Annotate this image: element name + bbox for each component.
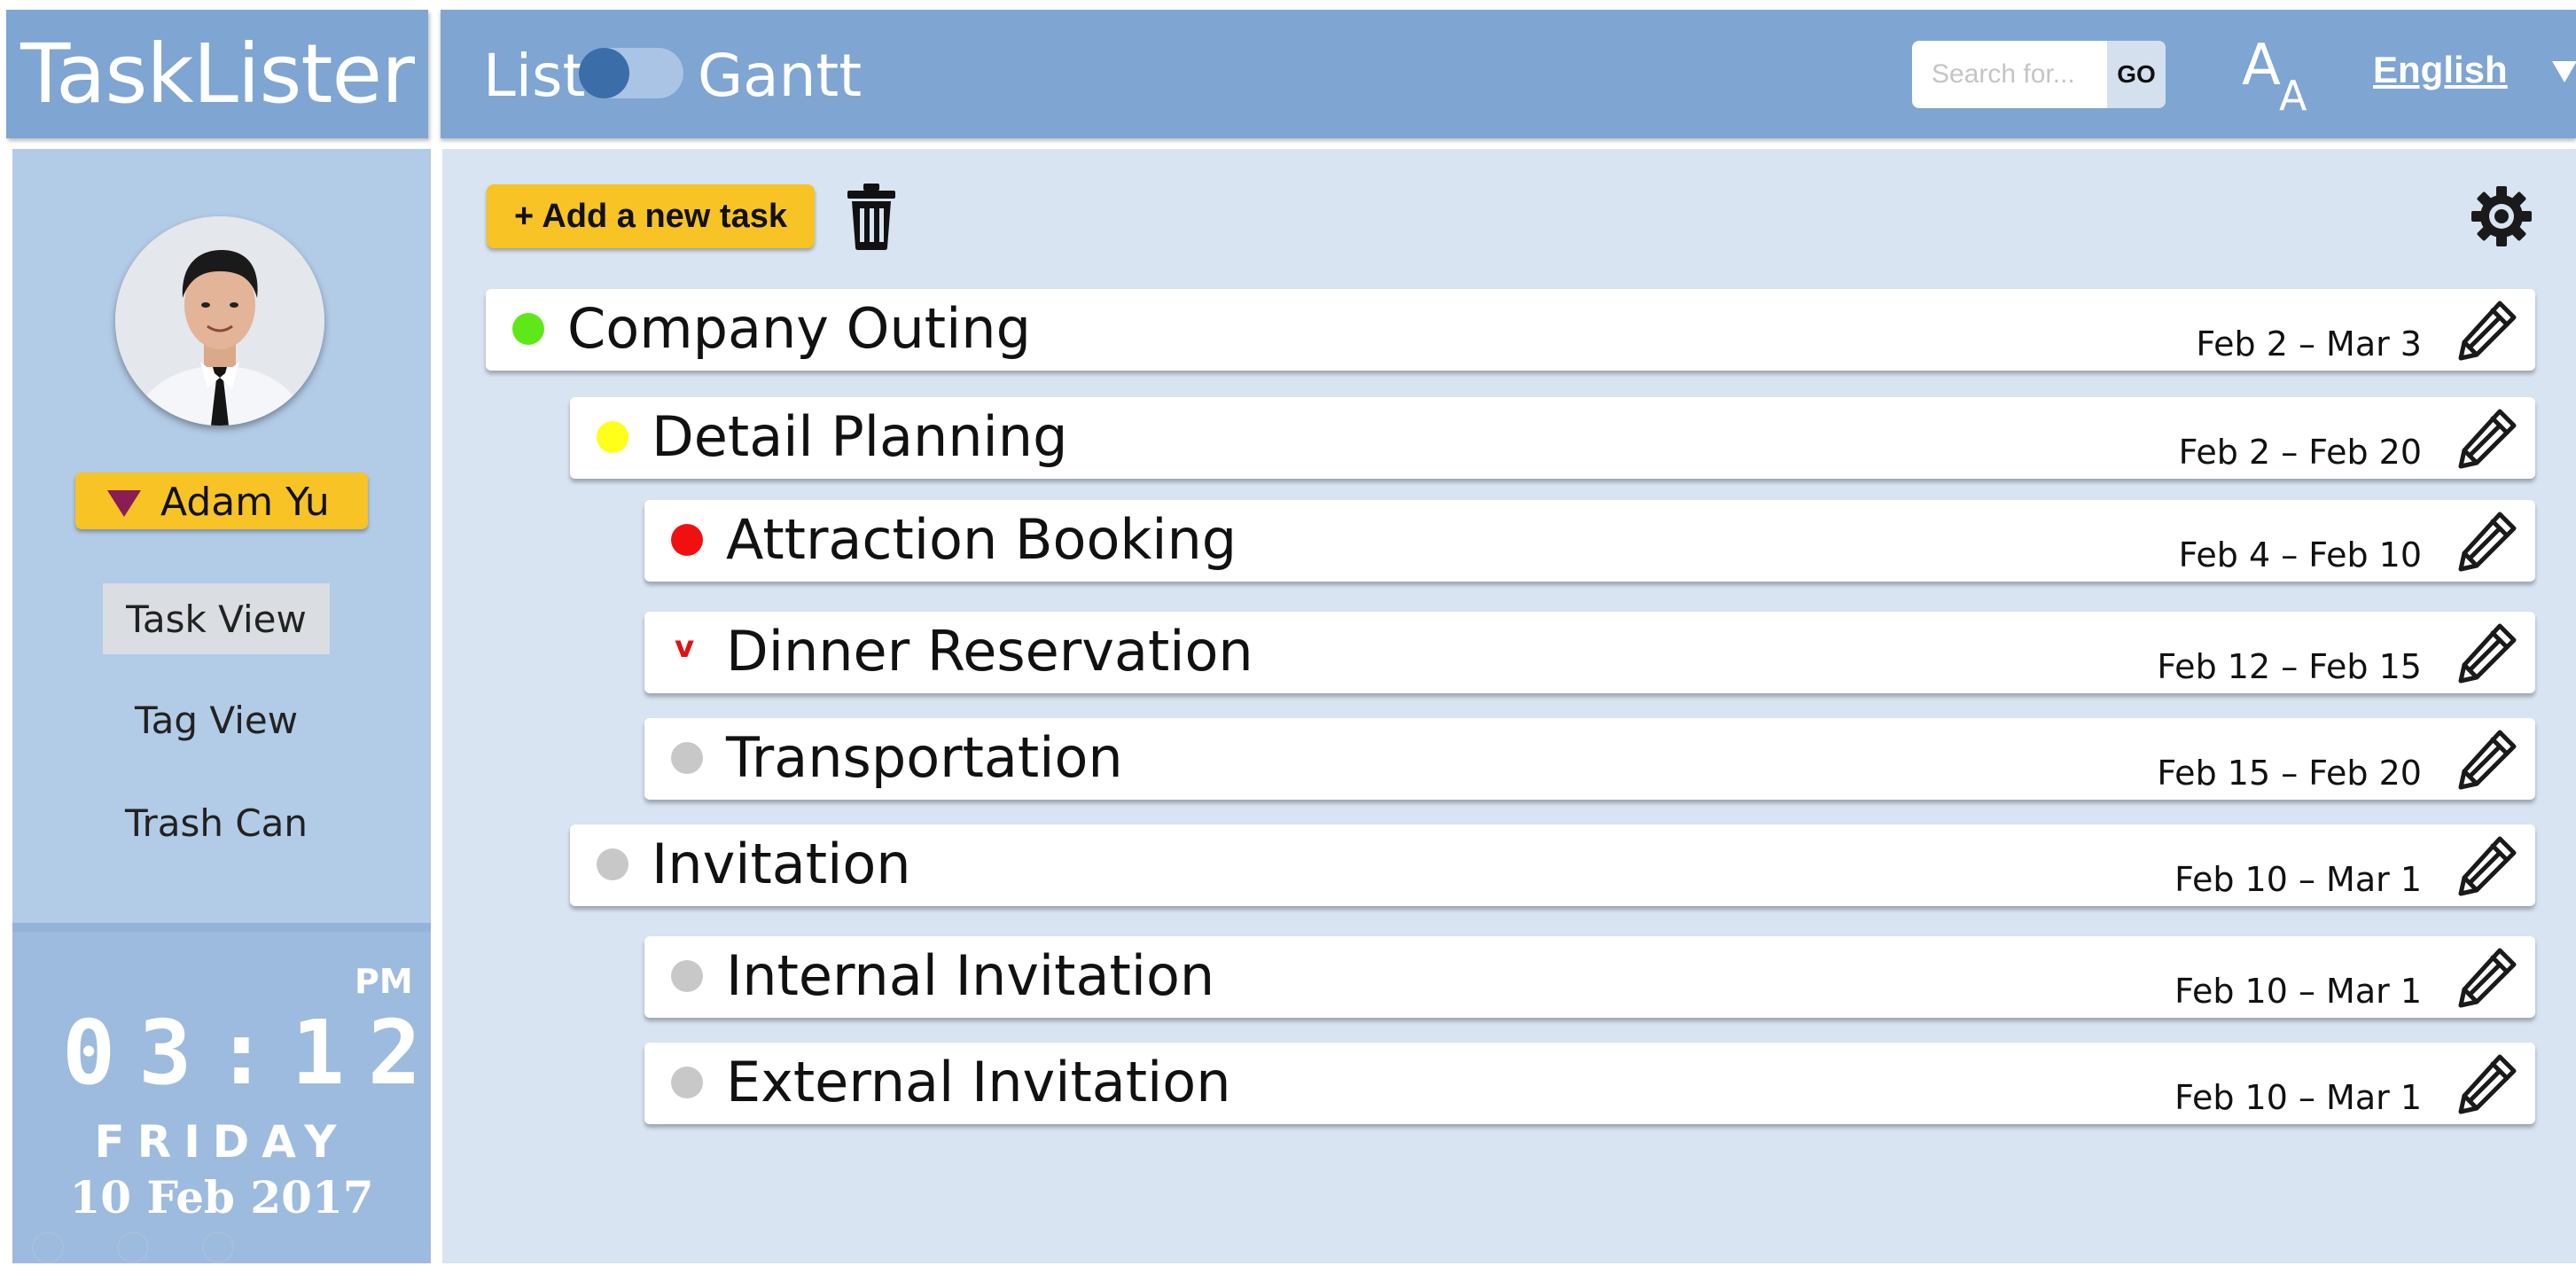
app-root: TaskLister List Gantt GO A A English <box>0 0 2576 1266</box>
search-box: GO <box>1912 41 2166 108</box>
search-mini-icon[interactable] <box>117 1231 149 1263</box>
clock-time: 03:12 <box>62 1001 445 1105</box>
avatar <box>115 216 324 426</box>
gear-icon[interactable] <box>2470 184 2533 248</box>
language-selector[interactable]: English <box>2373 49 2508 91</box>
task-title: Invitation <box>652 832 911 896</box>
status-dot <box>671 742 703 774</box>
task-dates: Feb 15 – Feb 20 <box>2157 754 2422 793</box>
task-dates: Feb 12 – Feb 15 <box>2157 647 2422 686</box>
clock-divider <box>12 923 431 932</box>
nav-trash-can[interactable]: Trash Can <box>103 787 330 858</box>
trash-icon[interactable] <box>846 182 897 251</box>
task-dates: Feb 10 – Mar 1 <box>2174 972 2422 1011</box>
main-panel: + Add a new task Company Outing Feb 2 – … <box>442 149 2576 1263</box>
task-dates: Feb 2 – Feb 20 <box>2178 433 2422 472</box>
pencil-icon[interactable] <box>2454 509 2519 574</box>
task-title: Company Outing <box>567 296 1031 361</box>
task-row[interactable]: Invitation Feb 10 – Mar 1 <box>570 824 2535 906</box>
clock-date: 10 Feb 2017 <box>69 1171 374 1223</box>
view-mode-toggle[interactable] <box>579 48 683 98</box>
task-title: External Invitation <box>726 1050 1231 1114</box>
mode-list-label[interactable]: List <box>483 42 585 110</box>
pencil-icon[interactable] <box>2454 621 2519 686</box>
pencil-icon[interactable] <box>2454 298 2519 363</box>
status-dot <box>597 848 628 880</box>
search-input[interactable] <box>1912 41 2091 108</box>
app-title: TaskLister <box>20 27 415 121</box>
task-dates: Feb 10 – Mar 1 <box>2174 860 2422 899</box>
status-dot <box>671 960 703 992</box>
avatar-portrait-icon <box>115 216 324 426</box>
task-row[interactable]: v Dinner Reservation Feb 12 – Feb 15 <box>644 612 2535 693</box>
user-name: Adam Yu <box>160 480 330 525</box>
top-header: List Gantt GO A A English <box>441 10 2576 138</box>
pencil-icon[interactable] <box>2454 406 2519 472</box>
status-dot <box>512 313 544 345</box>
more-mini-icon[interactable] <box>202 1231 234 1263</box>
clock-ampm: PM <box>355 962 413 1001</box>
task-dates: Feb 2 – Mar 3 <box>2196 324 2422 363</box>
mode-gantt-label[interactable]: Gantt <box>698 42 862 110</box>
language-dropdown-icon[interactable] <box>2552 61 2576 82</box>
font-size-small-glyph: A <box>2279 72 2307 120</box>
nav-task-view[interactable]: Task View <box>103 583 330 654</box>
sidebar: Adam Yu Task View Tag View Trash Can PM … <box>12 149 431 1263</box>
task-title: Attraction Booking <box>726 507 1237 572</box>
status-dot <box>597 421 628 453</box>
pencil-icon[interactable] <box>2454 1051 2519 1117</box>
add-task-button[interactable]: + Add a new task <box>487 184 815 248</box>
status-dot <box>671 524 703 556</box>
task-dates: Feb 10 – Mar 1 <box>2174 1078 2422 1117</box>
task-title: Detail Planning <box>652 404 1068 469</box>
user-menu-button[interactable]: Adam Yu <box>75 473 368 529</box>
font-size-button[interactable]: A A <box>2242 33 2313 120</box>
pencil-icon[interactable] <box>2454 945 2519 1011</box>
task-row[interactable]: Detail Planning Feb 2 – Feb 20 <box>570 397 2535 479</box>
clock-panel: PM 03:12 FRIDAY 10 Feb 2017 <box>12 923 431 1263</box>
toggle-knob <box>579 48 629 98</box>
task-title: Internal Invitation <box>726 943 1215 1008</box>
task-row[interactable]: Company Outing Feb 2 – Mar 3 <box>486 289 2535 371</box>
search-go-button[interactable]: GO <box>2107 41 2166 108</box>
task-row[interactable]: Attraction Booking Feb 4 – Feb 10 <box>644 500 2535 582</box>
task-row[interactable]: Transportation Feb 15 – Feb 20 <box>644 718 2535 800</box>
task-title: Dinner Reservation <box>726 619 1253 684</box>
pencil-icon[interactable] <box>2454 727 2519 793</box>
clock-day: FRIDAY <box>94 1116 349 1168</box>
task-title: Transportation <box>726 725 1123 790</box>
expand-chevron-icon[interactable]: v <box>675 629 694 665</box>
task-row[interactable]: External Invitation Feb 10 – Mar 1 <box>644 1043 2535 1124</box>
task-dates: Feb 4 – Feb 10 <box>2178 535 2422 574</box>
app-logo: TaskLister <box>6 10 428 138</box>
calendar-mini-icon[interactable] <box>32 1231 64 1263</box>
user-dropdown-icon <box>107 490 141 517</box>
nav-tag-view[interactable]: Tag View <box>103 684 330 755</box>
font-size-big-glyph: A <box>2242 33 2281 98</box>
task-row[interactable]: Internal Invitation Feb 10 – Mar 1 <box>644 936 2535 1018</box>
status-dot <box>671 1067 703 1098</box>
pencil-icon[interactable] <box>2454 833 2519 899</box>
